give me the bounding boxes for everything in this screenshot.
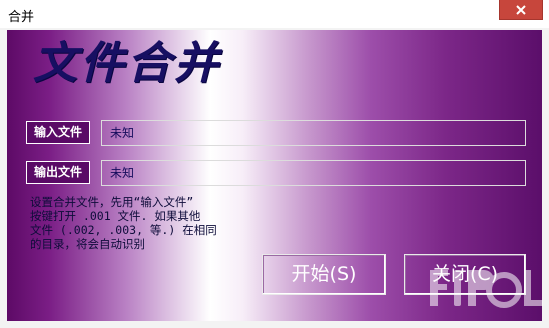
input-file-label: 输入文件 <box>26 121 90 144</box>
start-button[interactable]: 开始(S) <box>262 254 386 295</box>
output-file-field[interactable]: 未知 <box>101 160 526 186</box>
heading: 文件合并 <box>33 38 221 89</box>
window: 合并 文件合并 输入文件 未知 输出文件 未知 设置合并文件，先用“输入文件” … <box>0 0 549 328</box>
output-file-label: 输出文件 <box>26 161 90 184</box>
window-close-button[interactable] <box>499 0 543 20</box>
input-file-field[interactable]: 未知 <box>101 120 526 146</box>
close-icon <box>516 4 526 15</box>
instructions-text: 设置合并文件，先用“输入文件” 按键打开 .001 文件. 如果其他 文件 (.… <box>30 195 217 251</box>
title-bar[interactable]: 合并 <box>0 0 549 28</box>
window-title: 合并 <box>8 10 35 25</box>
watermark-logo <box>420 262 545 320</box>
